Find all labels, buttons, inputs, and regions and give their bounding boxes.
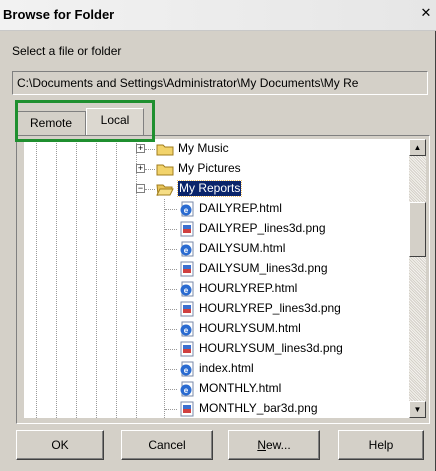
- selected-path-field[interactable]: C:\Documents and Settings\Administrator\…: [12, 71, 428, 95]
- html-file-icon: e: [180, 241, 194, 257]
- tree-branch-line: [165, 389, 177, 390]
- tree-item-label: HOURLYREP.html: [199, 281, 298, 295]
- tree-branch-line: [165, 349, 177, 350]
- expand-icon[interactable]: +: [136, 164, 145, 173]
- tree-branch-line: [165, 309, 177, 310]
- tree-item-file[interactable]: HOURLYSUM_lines3d.png: [24, 339, 409, 359]
- svg-text:e: e: [184, 366, 189, 375]
- window-title: Browse for Folder: [3, 7, 115, 22]
- tree-branch-line: [165, 249, 177, 250]
- tree-item-label: HOURLYSUM_lines3d.png: [199, 341, 343, 355]
- scroll-up-arrow-icon[interactable]: ▲: [409, 139, 426, 156]
- new-folder-button[interactable]: New...: [228, 430, 320, 460]
- tree-branch-line: [145, 189, 155, 190]
- html-file-icon: e: [180, 381, 194, 397]
- png-file-icon: [180, 221, 194, 237]
- tree-branch-line: [165, 409, 177, 410]
- folder-closed-icon: [156, 164, 174, 176]
- tree-item-my-music[interactable]: + My Music: [24, 139, 409, 159]
- tree-branch-line: [165, 289, 177, 290]
- folder-open-icon: [156, 184, 174, 196]
- png-file-icon: [180, 401, 194, 417]
- tab-remote[interactable]: Remote: [16, 111, 86, 135]
- svg-text:e: e: [184, 206, 189, 215]
- svg-text:e: e: [184, 286, 189, 295]
- png-file-icon: [180, 301, 194, 317]
- html-file-icon: e: [180, 201, 194, 217]
- tree-item-file[interactable]: DAILYREP_lines3d.png: [24, 219, 409, 239]
- tree-item-file[interactable]: e HOURLYREP.html: [24, 279, 409, 299]
- title-bar[interactable]: Browse for Folder ✕: [0, 0, 436, 31]
- tree-item-label: My Reports: [176, 180, 243, 197]
- svg-text:e: e: [184, 326, 189, 335]
- tree-item-file[interactable]: DAILYSUM_lines3d.png: [24, 259, 409, 279]
- html-file-icon: e: [180, 361, 194, 377]
- tree-item-file[interactable]: e DAILYREP.html: [24, 199, 409, 219]
- tree-branch-line: [165, 229, 177, 230]
- tree-item-label: index.html: [199, 361, 254, 375]
- tree-item-label: My Pictures: [178, 161, 241, 175]
- svg-text:e: e: [184, 246, 189, 255]
- tree-item-file[interactable]: e MONTHLY.html: [24, 379, 409, 399]
- folder-closed-icon: [156, 144, 174, 156]
- instruction-label: Select a file or folder: [12, 44, 122, 58]
- html-file-icon: e: [180, 281, 194, 297]
- tree-item-label: MONTHLY.html: [199, 381, 282, 395]
- tree-item-file[interactable]: MONTHLY_bar3d.png: [24, 399, 409, 418]
- browse-for-folder-dialog: Browse for Folder ✕ Select a file or fol…: [0, 0, 436, 471]
- scrollbar-thumb[interactable]: [409, 202, 426, 257]
- tree-item-file[interactable]: HOURLYREP_lines3d.png: [24, 299, 409, 319]
- expand-icon[interactable]: +: [136, 144, 145, 153]
- new-button-mnemonic: N: [257, 438, 266, 452]
- svg-text:e: e: [184, 386, 189, 395]
- cancel-button[interactable]: Cancel: [121, 430, 213, 460]
- tree-branch-line: [165, 269, 177, 270]
- collapse-icon[interactable]: −: [136, 184, 145, 193]
- tree-item-label: DAILYREP_lines3d.png: [199, 221, 326, 235]
- scroll-down-arrow-icon[interactable]: ▼: [409, 401, 426, 418]
- tree-branch-line: [165, 369, 177, 370]
- tree-item-label: HOURLYSUM.html: [199, 321, 301, 335]
- png-file-icon: [180, 341, 194, 357]
- tree-branch-line: [165, 329, 177, 330]
- close-icon[interactable]: ✕: [418, 5, 434, 21]
- tree-item-file[interactable]: e index.html: [24, 359, 409, 379]
- tree-branch-line: [145, 169, 155, 170]
- tree-item-label: DAILYSUM.html: [199, 241, 286, 255]
- vertical-scrollbar[interactable]: ▲ ▼: [409, 139, 426, 418]
- tree-branch-line: [165, 209, 177, 210]
- tree-item-label: My Music: [178, 141, 229, 155]
- folder-tree[interactable]: + My Music + My Pictures − My Reports e …: [24, 139, 409, 418]
- html-file-icon: e: [180, 321, 194, 337]
- tree-item-label: MONTHLY_bar3d.png: [199, 401, 318, 415]
- tree-item-file[interactable]: e HOURLYSUM.html: [24, 319, 409, 339]
- folder-tree-panel: + My Music + My Pictures − My Reports e …: [16, 135, 430, 424]
- new-button-label: ew...: [265, 438, 291, 452]
- help-button[interactable]: Help: [338, 430, 424, 460]
- png-file-icon: [180, 261, 194, 277]
- tree-branch-line: [145, 149, 155, 150]
- tree-item-label: HOURLYREP_lines3d.png: [199, 301, 341, 315]
- tree-item-label: DAILYREP.html: [199, 201, 282, 215]
- tab-local[interactable]: Local: [86, 108, 144, 135]
- tree-item-my-pictures[interactable]: + My Pictures: [24, 159, 409, 179]
- tree-item-label: DAILYSUM_lines3d.png: [199, 261, 328, 275]
- tree-item-file[interactable]: e DAILYSUM.html: [24, 239, 409, 259]
- tree-item-my-reports[interactable]: − My Reports: [24, 179, 409, 199]
- ok-button[interactable]: OK: [16, 430, 104, 460]
